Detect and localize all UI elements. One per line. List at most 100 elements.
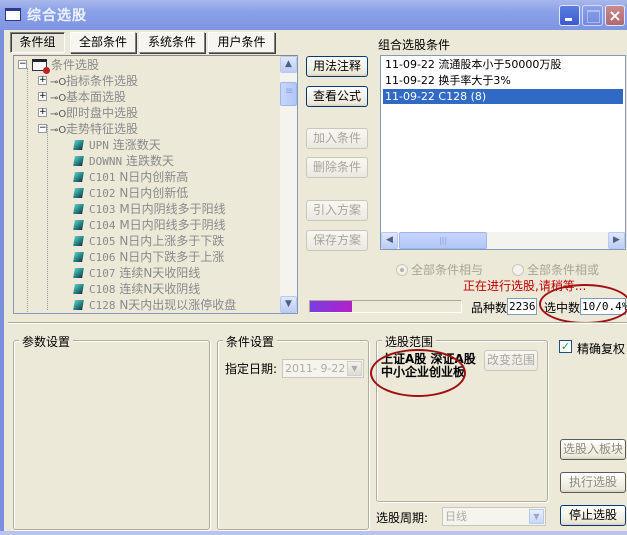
radio-unselected-icon bbox=[512, 264, 524, 276]
tree-item-label: 连续N天收阳线 bbox=[119, 266, 201, 280]
close-button[interactable]: × bbox=[605, 5, 625, 26]
expand-icon[interactable]: + bbox=[38, 108, 47, 117]
list-horizontal-scrollbar[interactable]: ◀ ||| ▶ bbox=[381, 232, 625, 249]
tree-item-label: N日内上涨多于下跌 bbox=[119, 234, 225, 248]
tree-item-code: C108 bbox=[89, 283, 116, 296]
window-bottom-border bbox=[0, 531, 627, 535]
tree-item-code: C104 bbox=[89, 219, 116, 232]
tree-item-code: C106 bbox=[89, 251, 116, 264]
usage-notes-button[interactable]: 用法注释 bbox=[306, 56, 368, 77]
radio-and-label: 全部条件相与 bbox=[411, 263, 484, 277]
formula-gem-icon bbox=[73, 188, 84, 198]
minimize-button[interactable] bbox=[559, 5, 580, 26]
condition-list-item[interactable]: 11-09-22 换手率大于3% bbox=[383, 73, 623, 88]
condition-tree[interactable]: − 条件选股 + ⊸O指标条件选股 + ⊸O基本面选股 + ⊸O即时盘中选股 −… bbox=[13, 55, 298, 314]
selected-count-label: 选中数 bbox=[544, 301, 581, 315]
add-to-block-button[interactable]: 选股入板块 bbox=[560, 439, 626, 460]
import-scheme-button[interactable]: 引入方案 bbox=[306, 200, 368, 221]
collapse-icon[interactable]: − bbox=[38, 124, 47, 133]
tree-item[interactable]: C106 N日内下跌多于上涨 bbox=[73, 249, 224, 265]
change-range-button[interactable]: 改变范围 bbox=[484, 350, 538, 371]
tree-item[interactable]: C103 M日内阴线多于阳线 bbox=[73, 201, 226, 217]
formula-gem-icon bbox=[73, 284, 84, 294]
tree-item-code: UPN bbox=[89, 139, 109, 152]
tab-all-conditions[interactable]: 全部条件 bbox=[70, 32, 136, 53]
delete-condition-button[interactable]: 删除条件 bbox=[306, 157, 368, 178]
tree-item[interactable]: C107 连续N天收阳线 bbox=[73, 265, 201, 281]
tree-root[interactable]: − 条件选股 bbox=[18, 57, 100, 74]
tree-item-code: C102 bbox=[89, 187, 116, 200]
tree-item[interactable]: C104 M日内阳线多于阴线 bbox=[73, 217, 226, 233]
tree-item[interactable]: C128 N天内出现以涨停收盘 bbox=[73, 297, 236, 313]
period-select[interactable]: 日线 ▼ bbox=[442, 507, 546, 526]
date-value: 2011- 9-22 bbox=[285, 362, 346, 375]
scroll-left-icon[interactable]: ◀ bbox=[381, 232, 398, 249]
tree-item-code: C105 bbox=[89, 235, 116, 248]
tab-system-conditions[interactable]: 系统条件 bbox=[139, 32, 205, 53]
tree-group-intraday[interactable]: + ⊸O即时盘中选股 bbox=[38, 105, 138, 121]
expand-icon[interactable]: + bbox=[38, 92, 47, 101]
expand-icon[interactable]: + bbox=[38, 76, 47, 85]
progress-fill bbox=[310, 301, 353, 312]
tree-item-code: C107 bbox=[89, 267, 116, 280]
tree-group-trend[interactable]: − ⊸O走势特征选股 bbox=[38, 121, 138, 137]
dropdown-arrow-icon[interactable]: ▼ bbox=[347, 361, 362, 376]
radio-or-label: 全部条件相或 bbox=[527, 263, 600, 277]
scroll-right-icon[interactable]: ▶ bbox=[608, 232, 625, 249]
tree-item[interactable]: C105 N日内上涨多于下跌 bbox=[73, 233, 225, 249]
view-formula-button[interactable]: 查看公式 bbox=[306, 86, 368, 107]
selected-count-value: 10/0.4% bbox=[580, 298, 627, 315]
tab-user-conditions[interactable]: 用户条件 bbox=[208, 32, 275, 53]
tree-item-label: 连续N天收阴线 bbox=[119, 282, 201, 296]
tree-item[interactable]: DOWNN 连跌数天 bbox=[73, 153, 174, 169]
radio-selected-icon bbox=[396, 264, 408, 276]
tree-item-label: M日内阴线多于阳线 bbox=[119, 202, 226, 216]
radio-all-or[interactable]: 全部条件相或 bbox=[512, 261, 599, 278]
maximize-button[interactable] bbox=[582, 5, 603, 26]
tree-vertical-scrollbar[interactable]: ▲ ▼ bbox=[280, 56, 297, 313]
add-condition-button[interactable]: 加入条件 bbox=[306, 128, 368, 149]
scroll-thumb[interactable]: ||| bbox=[399, 232, 487, 249]
period-value: 日线 bbox=[445, 510, 467, 523]
radio-all-and[interactable]: 全部条件相与 bbox=[396, 261, 483, 278]
tree-item-code: C128 bbox=[89, 299, 116, 312]
app-window-icon bbox=[5, 8, 21, 21]
dialog-window: 综合选股 × 条件组 全部条件 系统条件 用户条件 − 条件选股 + ⊸O指标条… bbox=[0, 0, 627, 535]
dropdown-arrow-icon[interactable]: ▼ bbox=[529, 509, 544, 524]
tree-item[interactable]: C108 连续N天收阴线 bbox=[73, 281, 201, 297]
date-picker[interactable]: 2011- 9-22 ▼ bbox=[282, 359, 364, 378]
tree-group-indicator[interactable]: + ⊸O指标条件选股 bbox=[38, 73, 138, 89]
tree-item-label: 连跌数天 bbox=[125, 154, 174, 168]
combined-conditions-list[interactable]: 11-09-22 流通股本小于50000万股 11-09-22 换手率大于3% … bbox=[380, 55, 626, 250]
title-bar[interactable]: 综合选股 × bbox=[0, 0, 627, 30]
tree-item[interactable]: UPN 连涨数天 bbox=[73, 137, 161, 153]
scroll-down-icon[interactable]: ▼ bbox=[280, 296, 297, 313]
scroll-up-icon[interactable]: ▲ bbox=[280, 56, 297, 73]
date-label: 指定日期: bbox=[225, 362, 278, 376]
condition-root-icon bbox=[32, 59, 50, 74]
tab-condition-group[interactable]: 条件组 bbox=[10, 32, 65, 53]
condition-list-item-selected[interactable]: 11-09-22 C128 (8) bbox=[383, 89, 623, 104]
condition-list-item[interactable]: 11-09-22 流通股本小于50000万股 bbox=[383, 57, 623, 72]
stop-selection-button[interactable]: 停止选股 bbox=[560, 505, 626, 526]
formula-gem-icon bbox=[73, 220, 84, 230]
formula-gem-icon bbox=[73, 300, 84, 310]
tree-group-label: 走势特征选股 bbox=[66, 122, 139, 136]
tree-root-label: 条件选股 bbox=[51, 58, 100, 72]
tree-item[interactable]: C102 N日内创新低 bbox=[73, 185, 188, 201]
formula-gem-icon bbox=[73, 268, 84, 278]
tree-item[interactable]: C101 N日内创新高 bbox=[73, 169, 188, 185]
tree-item-label: M日内阳线多于阴线 bbox=[119, 218, 226, 232]
stock-range-title: 选股范围 bbox=[382, 333, 437, 350]
formula-gem-icon bbox=[73, 236, 84, 246]
tree-item-code: C103 bbox=[89, 203, 116, 216]
formula-gem-icon bbox=[73, 140, 84, 150]
tree-group-fundamental[interactable]: + ⊸O基本面选股 bbox=[38, 89, 126, 105]
tree-item-label: 连涨数天 bbox=[112, 138, 161, 152]
tree-item-code: DOWNN bbox=[89, 155, 123, 168]
execute-selection-button[interactable]: 执行选股 bbox=[560, 472, 626, 493]
collapse-icon[interactable]: − bbox=[18, 60, 27, 69]
scroll-thumb[interactable] bbox=[280, 82, 297, 106]
save-scheme-button[interactable]: 保存方案 bbox=[306, 230, 368, 251]
precise-rights-checkbox[interactable]: ✓ bbox=[559, 340, 572, 353]
